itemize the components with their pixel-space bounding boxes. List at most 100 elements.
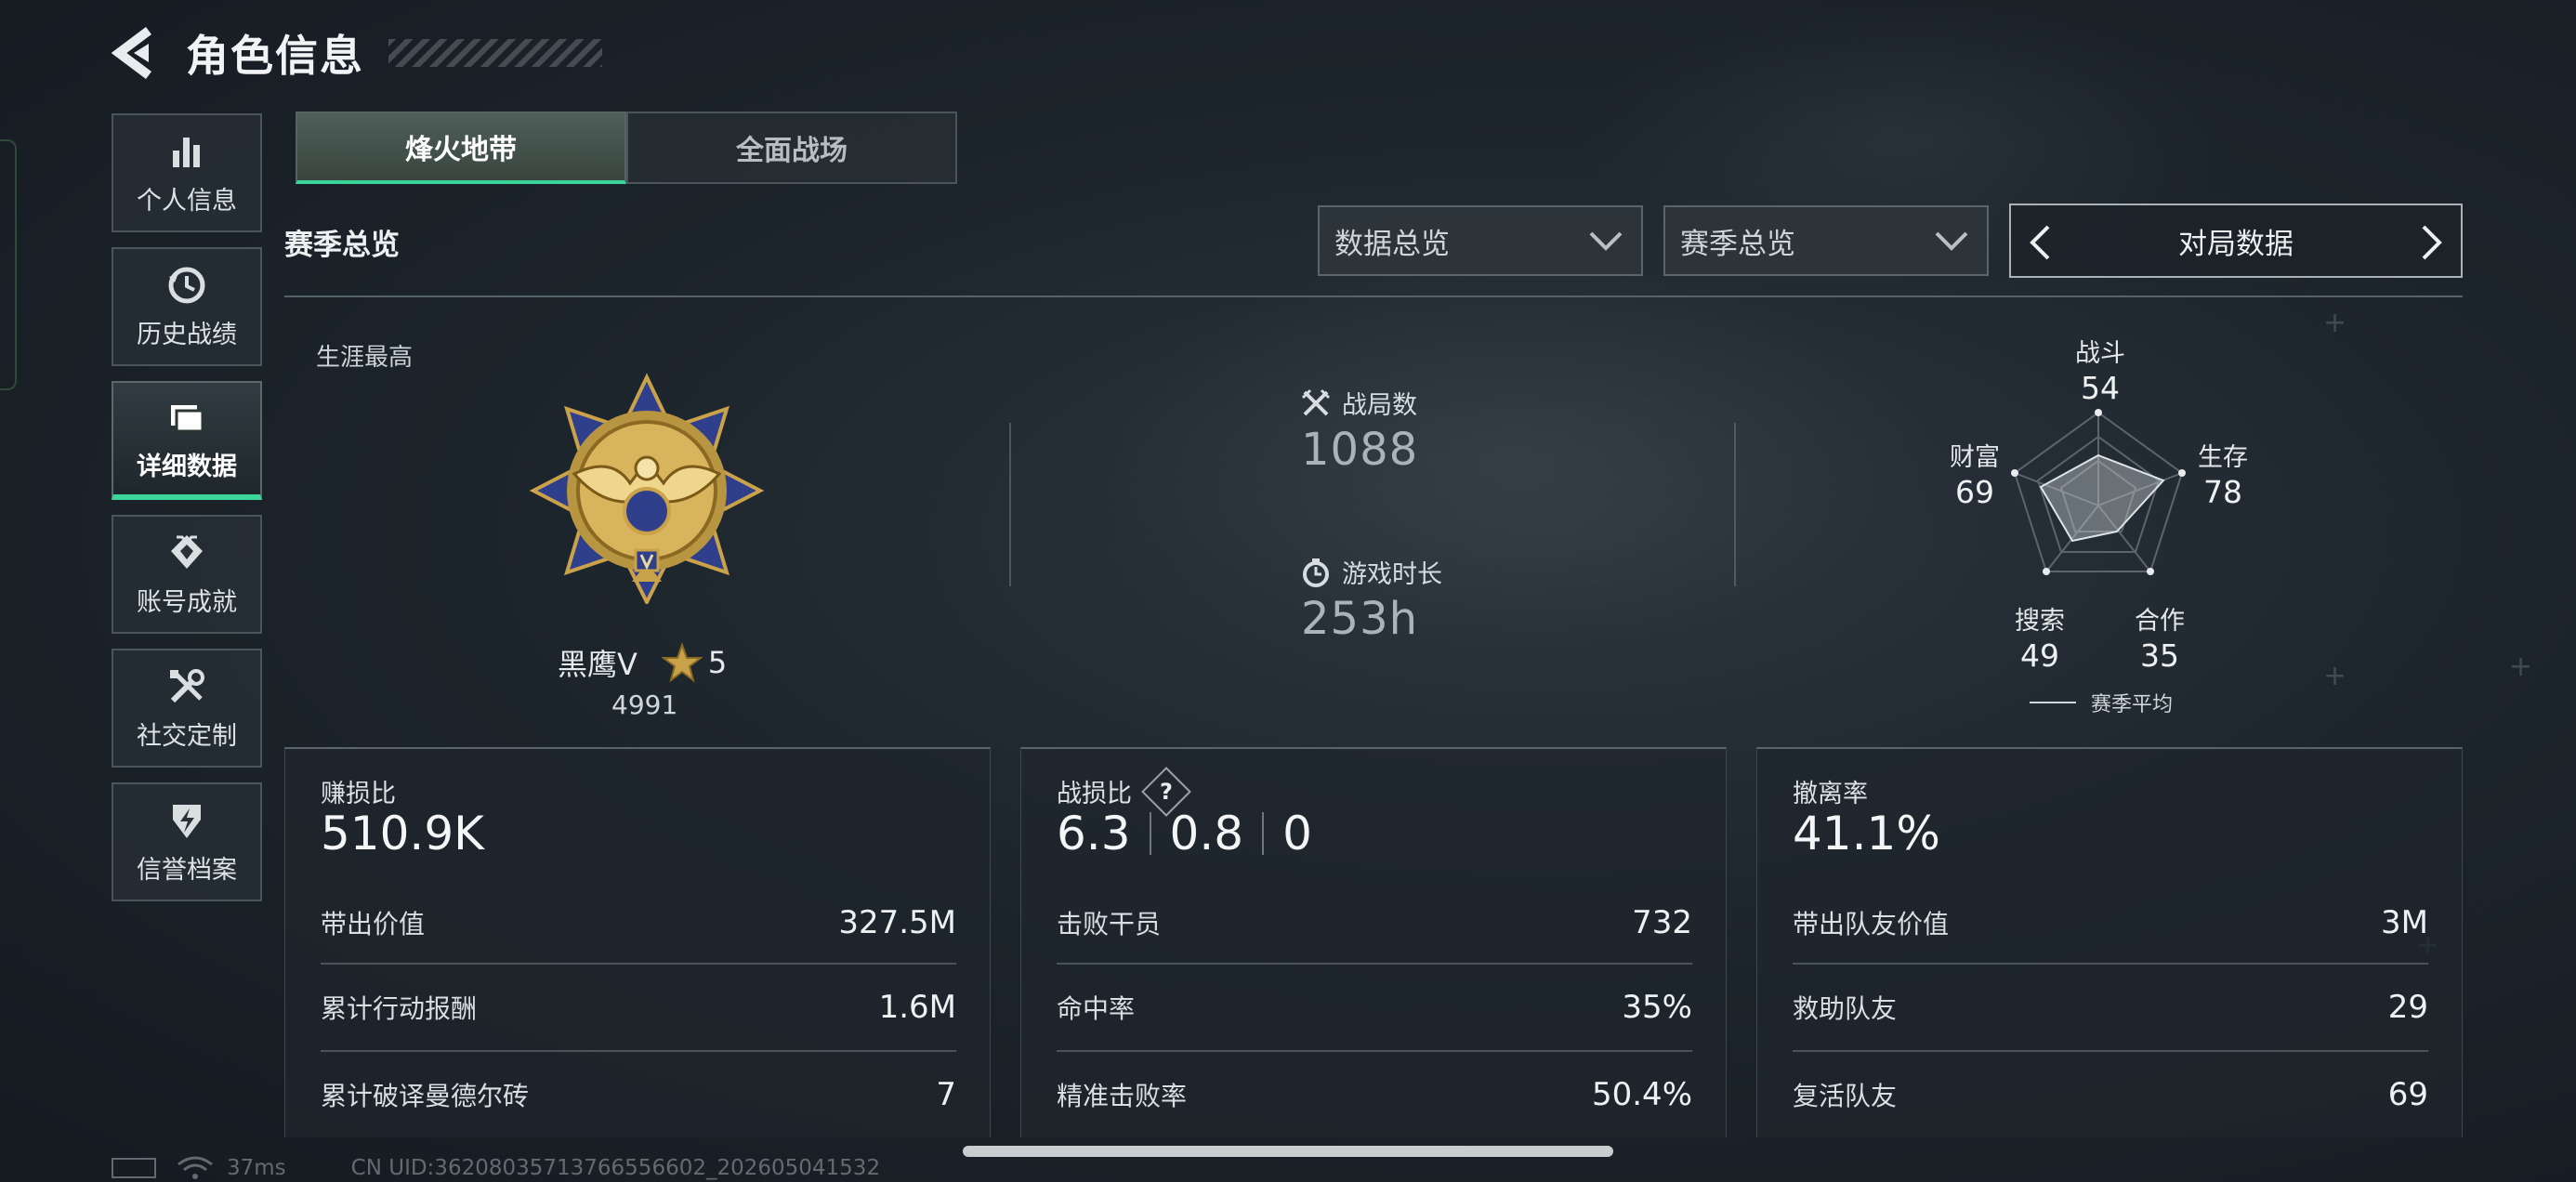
pager-label: 对局数据 <box>2178 227 2293 261</box>
radar-axis-value: 54 <box>2081 370 2120 406</box>
row-label: 击败干员 <box>1057 909 1162 939</box>
stat-row: 累计行动报酬 1.6M <box>321 963 956 1050</box>
chevron-right-icon[interactable] <box>2420 224 2444 261</box>
sidebar-item-achievements[interactable]: 账号成就 <box>112 515 262 634</box>
chevron-down-icon <box>1589 231 1623 251</box>
row-value: 35% <box>1622 989 1692 1026</box>
row-value: 1.6M <box>878 989 956 1026</box>
edge-handle[interactable] <box>0 139 17 390</box>
radar-axis-label: 合作 <box>2135 607 2185 636</box>
row-value: 327.5M <box>838 904 956 941</box>
row-label: 带出价值 <box>321 909 426 939</box>
matches-label-text: 战局数 <box>1342 391 1417 420</box>
vertical-divider <box>1009 423 1011 586</box>
home-indicator[interactable] <box>963 1146 1613 1157</box>
wrench-tools-icon <box>170 668 204 703</box>
stat-row: 累计破译曼德尔砖 7 <box>321 1050 956 1137</box>
ping-value: 37ms <box>227 1156 286 1180</box>
radar-axis-value: 69 <box>1955 474 1994 510</box>
sidebar-item-personal-info[interactable]: 个人信息 <box>112 113 262 232</box>
radar-axis-value: 78 <box>2203 474 2242 510</box>
wifi-icon <box>177 1156 213 1179</box>
title-decoration <box>388 39 602 67</box>
clock-history-icon <box>168 267 205 303</box>
radar-axis-label: 搜索 <box>2015 607 2065 636</box>
row-value: 50.4% <box>1591 1076 1692 1113</box>
row-label: 累计破译曼德尔砖 <box>321 1081 530 1111</box>
career-best-label: 生涯最高 <box>316 344 414 372</box>
season-overview-select[interactable]: 赛季总览 <box>1663 205 1989 276</box>
matches-label: 战局数 <box>1301 385 1417 421</box>
player-uid: CN UID:36208035713766556602_202605041532 <box>350 1156 881 1180</box>
card-big-value: 41.1% <box>1793 807 1940 860</box>
legend-line-icon <box>2030 702 2076 703</box>
rank-name: 黑鹰V <box>558 647 637 682</box>
background-blob <box>1097 260 1933 650</box>
matches-value: 1088 <box>1301 424 1419 476</box>
legend-label: 赛季平均 <box>2091 693 2174 716</box>
combat-card: 战损比 ? 6.3 0.8 0 击败干员 732 命中率 35% 精准击败率 5… <box>1020 747 1727 1137</box>
help-glyph: ? <box>1160 778 1173 805</box>
sidebar-item-history[interactable]: 历史战绩 <box>112 247 262 366</box>
folder-data-icon <box>171 404 204 432</box>
kd-value: 0.8 <box>1169 807 1244 860</box>
back-arrow-icon[interactable] <box>112 25 162 81</box>
playtime-label-text: 游戏时长 <box>1342 560 1442 589</box>
card-big-value: 6.3 0.8 0 <box>1057 807 1312 860</box>
row-label: 精准击败率 <box>1057 1081 1188 1111</box>
chevron-left-icon[interactable] <box>2028 224 2052 261</box>
card-title: 撤离率 <box>1793 780 1868 808</box>
decor-plus: + <box>2509 650 2533 683</box>
mode-tabs: 烽火地带 全面战场 <box>296 112 957 184</box>
chevron-down-icon <box>1935 231 1968 251</box>
kd-value: 0 <box>1282 807 1312 860</box>
stat-row: 带出队友价值 3M <box>1793 879 2428 966</box>
row-label: 救助队友 <box>1793 993 1898 1024</box>
radar-axis-value: 49 <box>2020 637 2059 674</box>
star-icon <box>661 642 703 683</box>
stat-row: 精准击败率 50.4% <box>1057 1050 1692 1137</box>
shield-credit-icon <box>173 804 201 838</box>
stat-row: 击败干员 732 <box>1057 879 1692 966</box>
card-title-text: 战损比 <box>1057 780 1132 808</box>
crossed-swords-icon <box>1301 388 1331 415</box>
kd-value: 6.3 <box>1057 807 1131 860</box>
sidebar-item-label: 历史战绩 <box>137 320 237 349</box>
rank-score: 4991 <box>611 690 678 720</box>
select-value: 数据总览 <box>1334 227 1450 261</box>
sidebar-item-detailed-data[interactable]: 详细数据 <box>112 381 262 500</box>
rank-stars: 5 <box>707 645 728 680</box>
radar-axis-label: 财富 <box>1950 443 2000 472</box>
stat-row: 带出价值 327.5M <box>321 879 956 966</box>
radar-axis-value: 35 <box>2140 637 2179 674</box>
decor-plus: + <box>2323 660 2347 692</box>
stat-row: 救助队友 29 <box>1793 963 2428 1050</box>
battery-icon <box>112 1158 156 1178</box>
playtime-value: 253h <box>1301 593 1419 645</box>
sidebar-item-label: 个人信息 <box>137 186 237 216</box>
black-hawk-medal-icon[interactable] <box>528 372 766 604</box>
value-separator <box>1262 812 1265 855</box>
vertical-divider <box>1734 423 1736 586</box>
stat-row: 命中率 35% <box>1057 963 1692 1050</box>
sidebar-item-social-custom[interactable]: 社交定制 <box>112 649 262 768</box>
sidebar-item-label: 账号成就 <box>137 587 237 617</box>
extract-card: 撤离率 41.1% 带出队友价值 3M 救助队友 29 复活队友 69 <box>1756 747 2463 1137</box>
row-value: 7 <box>936 1076 956 1113</box>
tab-quanmian[interactable]: 全面战场 <box>626 112 957 184</box>
sidebar-item-credit[interactable]: 信誉档案 <box>112 782 262 901</box>
match-data-pager: 对局数据 <box>2009 204 2463 278</box>
achievement-badge-icon <box>171 534 203 569</box>
section-divider <box>284 296 2463 297</box>
value-separator <box>1149 812 1151 855</box>
playtime-label: 游戏时长 <box>1301 554 1442 590</box>
profit-card: 赚损比 510.9K 带出价值 327.5M 累计行动报酬 1.6M 累计破译曼… <box>284 747 991 1137</box>
row-label: 复活队友 <box>1793 1081 1898 1111</box>
data-overview-select[interactable]: 数据总览 <box>1318 205 1643 276</box>
row-value: 3M <box>2381 904 2428 941</box>
row-value: 29 <box>2387 989 2428 1026</box>
bar-chart-icon <box>173 137 200 167</box>
radar-legend: 赛季平均 <box>2030 688 2173 717</box>
tab-fenghuo[interactable]: 烽火地带 <box>296 112 626 184</box>
sidebar-nav: 个人信息 历史战绩 详细数据 账号成就 社交定制 信誉档案 <box>112 113 262 916</box>
